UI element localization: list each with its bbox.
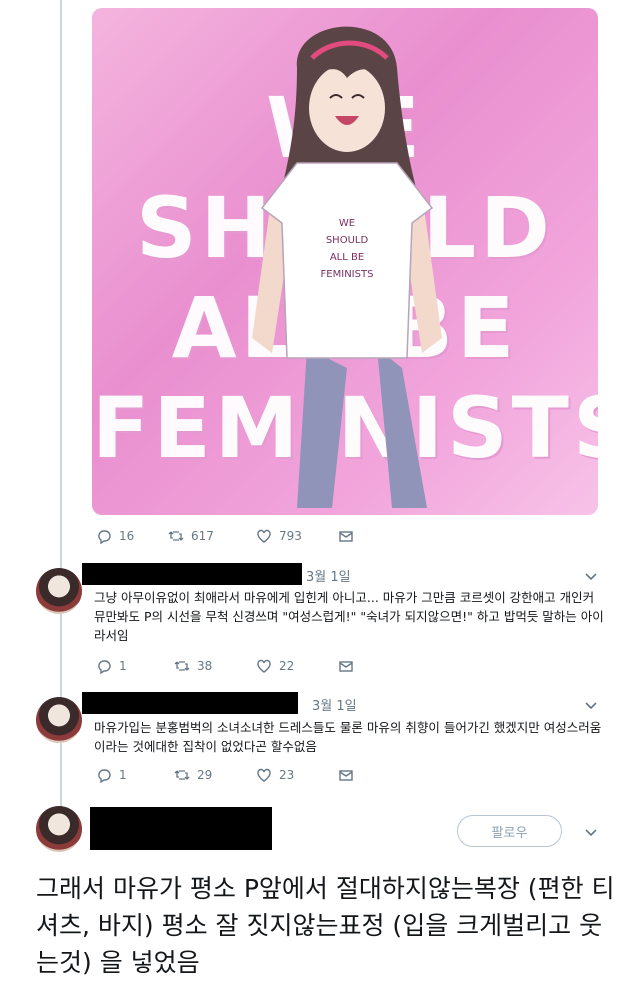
heart-icon <box>257 768 271 782</box>
like-button[interactable]: 23 <box>256 767 338 783</box>
tweet-body-text: 그래서 마유가 평소 P앞에서 절대하지않는복장 (편한 티셔츠, 바지) 평소… <box>36 874 615 977</box>
anime-girl-illustration: WE SHOULD ALL BE FEMINISTS <box>252 26 442 508</box>
avatar[interactable] <box>36 568 82 614</box>
reply-icon <box>98 530 111 544</box>
message-button[interactable] <box>338 767 354 783</box>
shirt-text-line: ALL BE <box>330 252 364 263</box>
envelope-icon <box>339 770 353 781</box>
tweet-text: 그냥 아무이유없이 최애라서 마유에게 입힌게 아니고... 마유가 그만큼 코… <box>94 590 604 643</box>
tweet-image[interactable]: WE SHOULD ALL BE FEMINISTS WE SHOULD ALL… <box>92 8 598 515</box>
tweet-date[interactable]: 3월 1일 <box>312 695 357 714</box>
thread-line <box>60 0 62 812</box>
reply-button[interactable]: 16 <box>96 528 168 544</box>
retweet-icon <box>174 770 190 780</box>
reply-count: 16 <box>119 529 135 543</box>
follow-button[interactable]: 팔로우 <box>457 815 562 847</box>
chevron-down-icon[interactable] <box>583 568 599 584</box>
shirt-text-line: SHOULD <box>326 235 369 246</box>
envelope-icon <box>339 531 353 542</box>
like-count: 793 <box>279 529 302 543</box>
retweet-count: 38 <box>197 659 213 673</box>
retweet-icon <box>174 661 190 671</box>
redacted-username <box>82 563 302 585</box>
heart-icon <box>257 659 271 673</box>
redacted-username <box>82 692 298 714</box>
message-button[interactable] <box>338 658 354 674</box>
retweet-button[interactable]: 617 <box>168 528 256 544</box>
redacted-username <box>90 807 272 850</box>
chevron-down-icon[interactable] <box>583 824 599 840</box>
avatar[interactable] <box>36 806 82 852</box>
retweet-count: 617 <box>191 529 214 543</box>
like-button[interactable]: 22 <box>256 658 338 674</box>
shirt-text-line: WE <box>339 218 355 229</box>
message-button[interactable] <box>338 528 354 544</box>
like-count: 22 <box>279 659 295 673</box>
like-count: 23 <box>279 768 295 782</box>
like-button[interactable]: 793 <box>256 528 338 544</box>
reply-button[interactable]: 1 <box>96 658 174 674</box>
tweet-actions: 1 29 23 <box>96 767 354 783</box>
heart-icon <box>257 529 271 543</box>
chevron-down-icon[interactable] <box>583 697 599 713</box>
envelope-icon <box>339 661 353 672</box>
reply-count: 1 <box>119 768 127 782</box>
reply-count: 1 <box>119 659 127 673</box>
tweet-date[interactable]: 3월 1일 <box>306 566 351 585</box>
retweet-icon <box>168 531 184 541</box>
retweet-button[interactable]: 29 <box>174 767 256 783</box>
tweet-actions: 1 38 22 <box>96 658 354 674</box>
reply-icon <box>98 660 111 674</box>
avatar[interactable] <box>36 697 82 743</box>
retweet-count: 29 <box>197 768 213 782</box>
reply-button[interactable]: 1 <box>96 767 174 783</box>
shirt-text-line: FEMINISTS <box>321 269 374 280</box>
reply-icon <box>98 769 111 783</box>
tweet-text: 마유가입는 분홍범벅의 소녀소녀한 드레스들도 물론 마유의 취향이 들어가긴 … <box>94 720 602 754</box>
tweet-actions: 16 617 793 <box>96 528 354 544</box>
retweet-button[interactable]: 38 <box>174 658 256 674</box>
